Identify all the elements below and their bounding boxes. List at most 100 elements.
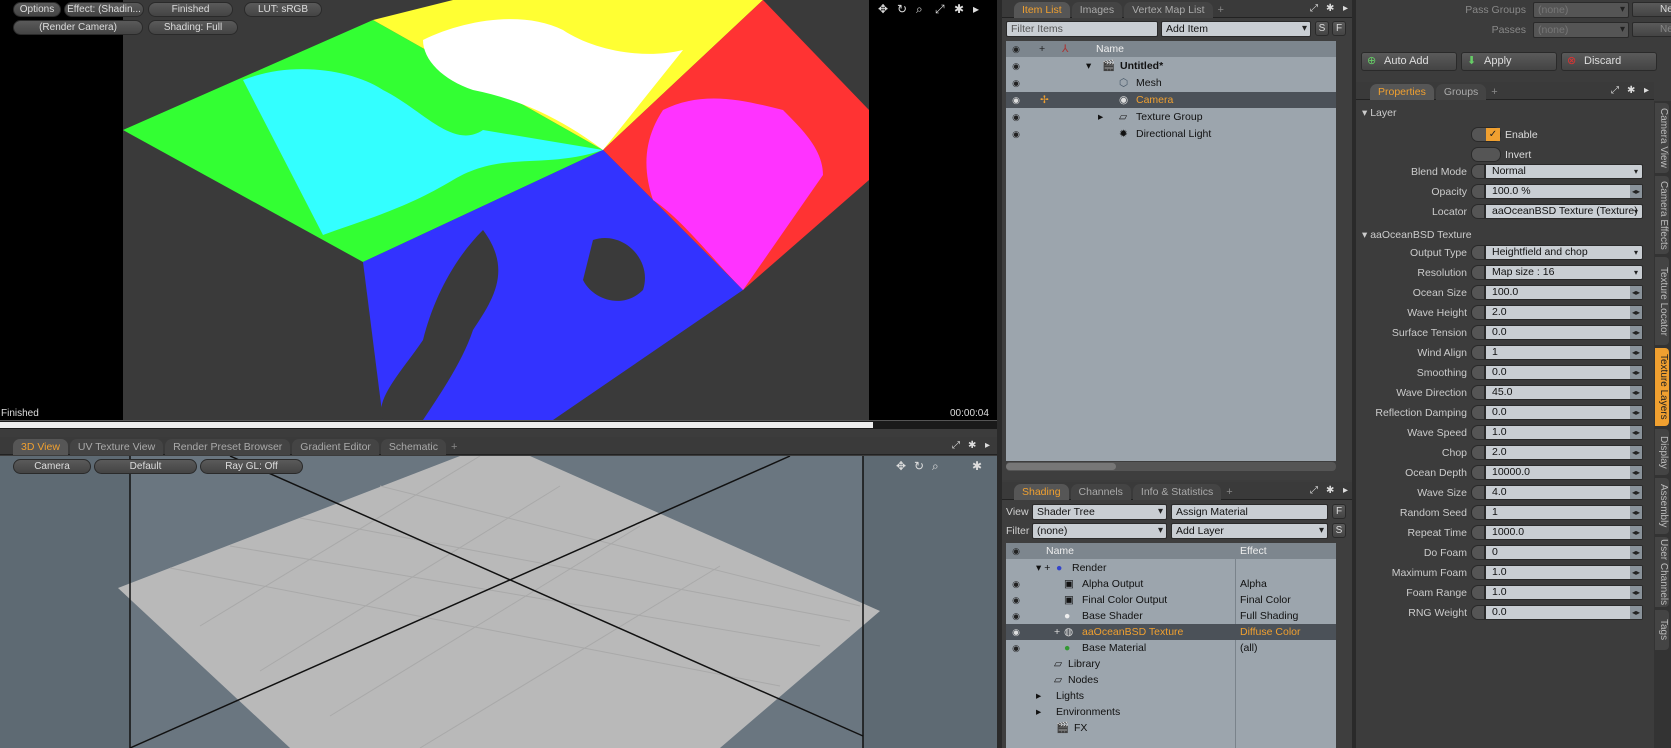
- new-pass-group-button[interactable]: New: [1632, 2, 1671, 17]
- apply-button[interactable]: ⬇ Apply: [1461, 52, 1557, 71]
- side-tab-texture-locator[interactable]: Texture Locator: [1655, 257, 1669, 345]
- property-field[interactable]: 4.0 ◂▸: [1485, 485, 1643, 500]
- animate-dot-icon[interactable]: [1471, 445, 1485, 460]
- eye-icon[interactable]: ◉: [1009, 75, 1023, 91]
- eye-icon[interactable]: ◉: [1009, 592, 1023, 608]
- tab-groups[interactable]: Groups: [1435, 84, 1487, 100]
- list-item[interactable]: ◉ ▾ 🎬 Untitled*: [1006, 58, 1336, 74]
- animate-dot-icon[interactable]: [1471, 405, 1485, 420]
- spinner-icon[interactable]: ◂▸: [1630, 366, 1642, 379]
- arrow-icon[interactable]: ▸: [1644, 85, 1649, 97]
- animate-dot-icon[interactable]: [1471, 345, 1485, 360]
- shading-button[interactable]: Shading: Full: [148, 20, 238, 35]
- spinner-icon[interactable]: ◂▸: [1630, 546, 1642, 559]
- tab-vertex-map-list[interactable]: Vertex Map List: [1124, 2, 1213, 18]
- expand-icon[interactable]: ⤢: [1310, 485, 1318, 497]
- enable-checkbox[interactable]: ✓: [1471, 127, 1501, 142]
- add-tab-icon[interactable]: +: [451, 441, 457, 453]
- property-field[interactable]: 0.0 ◂▸: [1485, 605, 1643, 620]
- property-dropdown[interactable]: aaOceanBSD Texture (Texture) ▾: [1485, 204, 1643, 219]
- table-row[interactable]: ◉ ▣ Alpha Output Alpha: [1006, 576, 1336, 592]
- f-button[interactable]: F: [1332, 21, 1346, 36]
- spinner-icon[interactable]: ◂▸: [1630, 446, 1642, 459]
- rotate-icon[interactable]: ↻: [914, 460, 924, 472]
- side-tab-tags[interactable]: Tags: [1655, 610, 1669, 650]
- eye-icon[interactable]: ◉: [1009, 608, 1023, 624]
- table-row[interactable]: ◉ ▣ Final Color Output Final Color: [1006, 592, 1336, 608]
- spinner-icon[interactable]: ◂▸: [1630, 386, 1642, 399]
- animate-dot-icon[interactable]: [1471, 325, 1485, 340]
- spinner-icon[interactable]: ◂▸: [1630, 606, 1642, 619]
- spinner-icon[interactable]: ◂▸: [1630, 185, 1642, 198]
- raygl-button[interactable]: Ray GL: Off: [200, 459, 303, 474]
- list-item[interactable]: ◉ ✢ ◉ Camera: [1006, 92, 1336, 108]
- arrow-icon[interactable]: ▸: [1343, 485, 1348, 497]
- property-field[interactable]: 1.0 ◂▸: [1485, 585, 1643, 600]
- list-item[interactable]: ◉ ⬡ Mesh: [1006, 75, 1336, 91]
- animate-dot-icon[interactable]: [1471, 505, 1485, 520]
- effect-button[interactable]: Effect: (Shadin...: [64, 2, 144, 17]
- property-field[interactable]: 0 ◂▸: [1485, 545, 1643, 560]
- property-dropdown[interactable]: Normal ▾: [1485, 164, 1643, 179]
- eye-icon[interactable]: ◉: [1009, 640, 1023, 656]
- spinner-icon[interactable]: ◂▸: [1630, 486, 1642, 499]
- animate-dot-icon[interactable]: [1471, 265, 1485, 280]
- options-button[interactable]: Options: [13, 2, 61, 17]
- table-row[interactable]: ▸ Environments: [1006, 704, 1336, 720]
- expand-arrow-icon[interactable]: ▸: [1036, 688, 1041, 704]
- spinner-icon[interactable]: ◂▸: [1630, 326, 1642, 339]
- move-icon[interactable]: ✥: [896, 460, 906, 472]
- texture-section-header[interactable]: ▾ aaOceanBSD Texture: [1362, 229, 1472, 241]
- animate-dot-icon[interactable]: [1471, 605, 1485, 620]
- animate-dot-icon[interactable]: [1471, 425, 1485, 440]
- filter-items-input[interactable]: Filter Items: [1006, 21, 1158, 37]
- spinner-icon[interactable]: ◂▸: [1630, 506, 1642, 519]
- assign-material-button[interactable]: Assign Material: [1171, 504, 1328, 520]
- property-field[interactable]: 1 ◂▸: [1485, 345, 1643, 360]
- eye-icon[interactable]: ◉: [1009, 624, 1023, 640]
- animate-dot-icon[interactable]: [1471, 164, 1485, 179]
- passes-dropdown[interactable]: (none): [1533, 22, 1629, 38]
- property-field[interactable]: 0.0 ◂▸: [1485, 325, 1643, 340]
- property-field[interactable]: 1 ◂▸: [1485, 505, 1643, 520]
- side-tab-display[interactable]: Display: [1655, 429, 1669, 475]
- chevron-down-icon[interactable]: ▾: [1630, 165, 1642, 178]
- pass-groups-dropdown[interactable]: (none): [1533, 2, 1629, 18]
- table-row[interactable]: ▸ Lights: [1006, 688, 1336, 704]
- shader-tree-dropdown[interactable]: Shader Tree: [1032, 504, 1167, 520]
- discard-button[interactable]: ⊗ Discard: [1561, 52, 1657, 71]
- tab-item-list[interactable]: Item List: [1014, 2, 1070, 18]
- eye-icon[interactable]: ◉: [1009, 58, 1023, 74]
- layer-section-header[interactable]: ▾ Layer: [1362, 107, 1396, 119]
- gear-icon[interactable]: ✱: [954, 3, 964, 15]
- spinner-icon[interactable]: ◂▸: [1630, 346, 1642, 359]
- spinner-icon[interactable]: ◂▸: [1630, 406, 1642, 419]
- tab-schematic[interactable]: Schematic: [380, 439, 446, 455]
- animate-dot-icon[interactable]: [1471, 285, 1485, 300]
- property-field[interactable]: 0.0 ◂▸: [1485, 365, 1643, 380]
- property-field[interactable]: 0.0 ◂▸: [1485, 405, 1643, 420]
- animate-dot-icon[interactable]: [1471, 305, 1485, 320]
- eye-icon[interactable]: ◉: [1009, 126, 1023, 142]
- rotate-icon[interactable]: ↻: [897, 3, 907, 15]
- animate-dot-icon[interactable]: [1471, 184, 1485, 199]
- arrow-icon[interactable]: ▸: [985, 440, 990, 452]
- add-layer-dropdown[interactable]: Add Layer: [1171, 523, 1328, 539]
- tab-render-preset-browser[interactable]: Render Preset Browser: [165, 439, 291, 455]
- expand-arrow-icon[interactable]: ▸: [1036, 704, 1041, 720]
- table-row[interactable]: ◉ ● Base Shader Full Shading: [1006, 608, 1336, 624]
- property-field[interactable]: 100.0 ◂▸: [1485, 285, 1643, 300]
- camera-button[interactable]: Camera: [13, 459, 91, 474]
- maximize-icon[interactable]: ⤢: [935, 3, 945, 15]
- table-row[interactable]: ◉ ● Base Material (all): [1006, 640, 1336, 656]
- animate-dot-icon[interactable]: [1471, 585, 1485, 600]
- tab-3d-view[interactable]: 3D View: [13, 439, 68, 455]
- animate-dot-icon[interactable]: [1471, 545, 1485, 560]
- expand-icon[interactable]: ⤢: [1611, 85, 1619, 97]
- spinner-icon[interactable]: ◂▸: [1630, 286, 1642, 299]
- add-tab-icon[interactable]: +: [1491, 86, 1497, 98]
- side-tab-camera-view[interactable]: Camera View: [1655, 103, 1669, 173]
- chevron-down-icon[interactable]: ▾: [1630, 246, 1642, 259]
- animate-dot-icon[interactable]: [1471, 365, 1485, 380]
- animate-dot-icon[interactable]: [1471, 204, 1485, 219]
